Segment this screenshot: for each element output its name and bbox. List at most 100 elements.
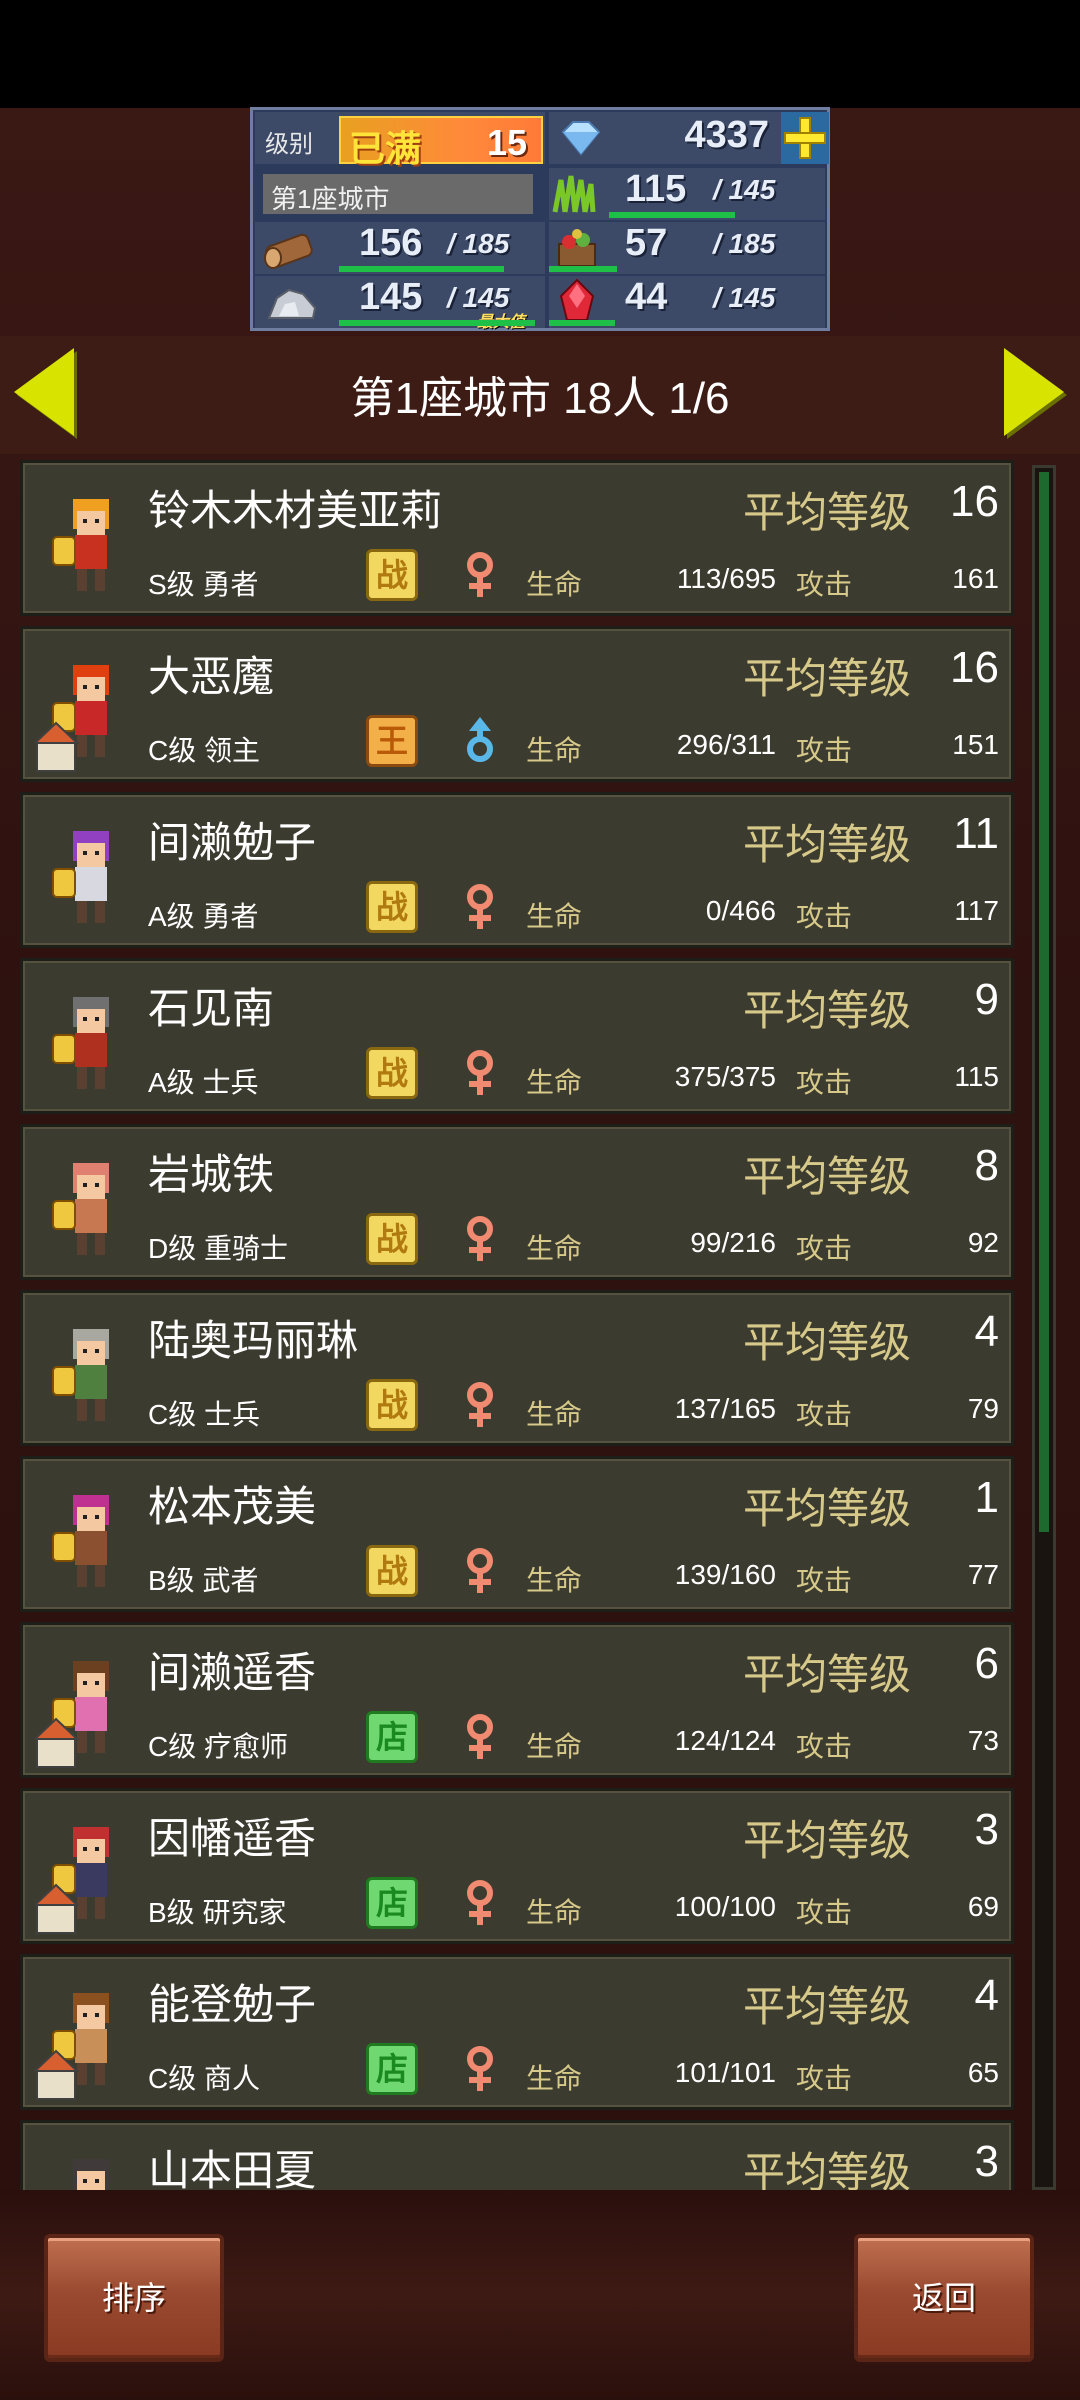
gem-count: 4337 <box>684 114 769 156</box>
avg-level-label: 平均等级 <box>743 489 912 536</box>
character-row[interactable]: 石见南 平均等级 9 A级 士兵 战 生命 375/375 攻击 115 <box>20 958 1014 1114</box>
attack-value: 77 <box>967 1559 999 1590</box>
wood-bar <box>339 266 504 272</box>
role-badge: 战 <box>366 1545 418 1597</box>
hp-value: 101/101 <box>674 2057 776 2088</box>
ruby-bar <box>549 320 615 326</box>
character-class: C级 领主 <box>148 735 261 766</box>
female-icon <box>467 1382 493 1427</box>
avg-level-label: 平均等级 <box>743 1153 912 1200</box>
level-value: 15 <box>486 122 527 163</box>
character-row[interactable]: 陆奥玛丽琳 平均等级 4 C级 士兵 战 生命 137/165 攻击 79 <box>20 1290 1014 1446</box>
character-avatar <box>35 665 109 772</box>
scrollbar-track[interactable] <box>1032 465 1056 2190</box>
character-row[interactable]: 因幡遥香 平均等级 3 B级 研究家 店 生命 100/100 攻击 69 <box>20 1788 1014 1944</box>
plus-icon <box>784 117 826 159</box>
character-avatar <box>52 1329 109 1421</box>
food-bar <box>549 266 617 272</box>
status-panel: 级别 已满 15 4337 第1座城市 115 / 145 156 / 185 … <box>250 107 830 331</box>
character-avatar <box>52 831 109 923</box>
character-row[interactable]: 松本茂美 平均等级 1 B级 武者 战 生命 139/160 攻击 77 <box>20 1456 1014 1612</box>
attack-label: 攻击 <box>796 1067 853 1098</box>
attack-label: 攻击 <box>796 2063 853 2094</box>
character-class: A级 士兵 <box>148 1067 259 1098</box>
role-badge: 王 <box>366 715 418 767</box>
character-class: S级 勇者 <box>148 569 259 600</box>
avg-level-label: 平均等级 <box>743 1319 912 1366</box>
female-icon <box>467 2046 493 2091</box>
scrollbar-thumb[interactable] <box>1039 472 1049 1532</box>
avg-level-value: 16 <box>950 643 999 692</box>
attack-label: 攻击 <box>796 569 853 600</box>
role-badge: 战 <box>366 1047 418 1099</box>
ore-rock-icon <box>267 288 317 319</box>
hp-value: 296/311 <box>676 729 776 760</box>
food-cell: 57 / 185 <box>549 222 825 274</box>
attack-value: 69 <box>967 1891 999 1922</box>
hp-label: 生命 <box>526 901 583 932</box>
avg-level-label: 平均等级 <box>743 1817 912 1864</box>
character-class: C级 疗愈师 <box>148 1731 289 1762</box>
character-row[interactable]: 山本田夏 平均等级 3 <box>20 2120 1014 2190</box>
role-badge: 战 <box>366 1379 418 1431</box>
hp-label: 生命 <box>526 735 583 766</box>
wood-current: 156 <box>359 222 423 264</box>
attack-label: 攻击 <box>796 901 853 932</box>
attack-value: 73 <box>967 1725 999 1756</box>
character-class: B级 武者 <box>148 1565 259 1596</box>
character-name: 石见南 <box>148 985 275 1032</box>
ruby-cell: 44 / 145 <box>549 276 825 328</box>
hp-label: 生命 <box>526 1565 583 1596</box>
avg-level-label: 平均等级 <box>743 655 912 702</box>
wood-max: / 185 <box>447 228 510 259</box>
character-class: B级 研究家 <box>148 1897 287 1928</box>
hp-label: 生命 <box>526 1233 583 1264</box>
character-avatar <box>52 1163 109 1255</box>
character-row[interactable]: 间濑勉子 平均等级 11 A级 勇者 战 生命 0/466 攻击 117 <box>20 792 1014 948</box>
character-name: 间濑勉子 <box>148 819 317 866</box>
top-black-bar <box>0 0 1080 108</box>
add-gems-button[interactable] <box>781 112 829 164</box>
avg-level-value: 9 <box>974 975 999 1024</box>
attack-value: 115 <box>954 1061 999 1092</box>
level-cell: 级别 已满 15 <box>255 112 545 170</box>
character-name: 陆奥玛丽琳 <box>148 1317 359 1364</box>
character-row[interactable]: 大恶魔 平均等级 16 C级 领主 王 生命 296/311 攻击 151 <box>20 626 1014 782</box>
city-title: 第1座城市 18人 1/6 <box>350 374 730 423</box>
grass-cell: 115 / 145 <box>549 168 825 220</box>
food-basket-icon <box>558 229 596 267</box>
diamond-icon <box>561 121 601 156</box>
attack-label: 攻击 <box>796 1233 853 1264</box>
female-icon <box>467 1548 493 1593</box>
sort-button[interactable]: 排序 <box>44 2234 224 2362</box>
female-icon <box>467 1714 493 1759</box>
avg-level-label: 平均等级 <box>743 987 912 1034</box>
role-badge: 战 <box>366 549 418 601</box>
character-row[interactable]: 能登勉子 平均等级 4 C级 商人 店 生命 101/101 攻击 65 <box>20 1954 1014 2110</box>
hp-value: 0/466 <box>705 895 776 926</box>
character-row[interactable]: 铃木木材美亚莉 平均等级 16 S级 勇者 战 生命 113/695 攻击 161 <box>20 460 1014 616</box>
character-name: 铃木木材美亚莉 <box>148 487 443 534</box>
character-row[interactable]: 间濑遥香 平均等级 6 C级 疗愈师 店 生命 124/124 攻击 73 <box>20 1622 1014 1778</box>
grass-bar <box>609 212 735 218</box>
character-class: C级 士兵 <box>148 1399 261 1430</box>
character-name: 因幡遥香 <box>148 1815 317 1862</box>
character-list[interactable]: 铃木木材美亚莉 平均等级 16 S级 勇者战 生命 113/695 攻击 161 大恶魔 平均… <box>0 460 1080 2190</box>
food-max: / 185 <box>713 228 776 259</box>
attack-label: 攻击 <box>796 1399 853 1430</box>
character-avatar <box>35 1993 109 2100</box>
male-icon <box>467 717 493 762</box>
grass-current: 115 <box>625 168 687 210</box>
avg-level-label: 平均等级 <box>743 2149 912 2190</box>
role-badge: 店 <box>366 2043 418 2095</box>
back-button[interactable]: 返回 <box>854 2234 1034 2362</box>
attack-label: 攻击 <box>796 1731 853 1762</box>
female-icon <box>467 1216 493 1261</box>
hp-value: 124/124 <box>674 1725 776 1756</box>
character-name: 大恶魔 <box>148 653 275 700</box>
level-label: 级别 <box>265 131 313 158</box>
ruby-current: 44 <box>625 276 668 318</box>
character-row[interactable]: 岩城铁 平均等级 8 D级 重骑士 战 生命 99/216 攻击 92 <box>20 1124 1014 1280</box>
character-avatar <box>52 499 109 591</box>
avg-level-value: 3 <box>974 2137 999 2186</box>
